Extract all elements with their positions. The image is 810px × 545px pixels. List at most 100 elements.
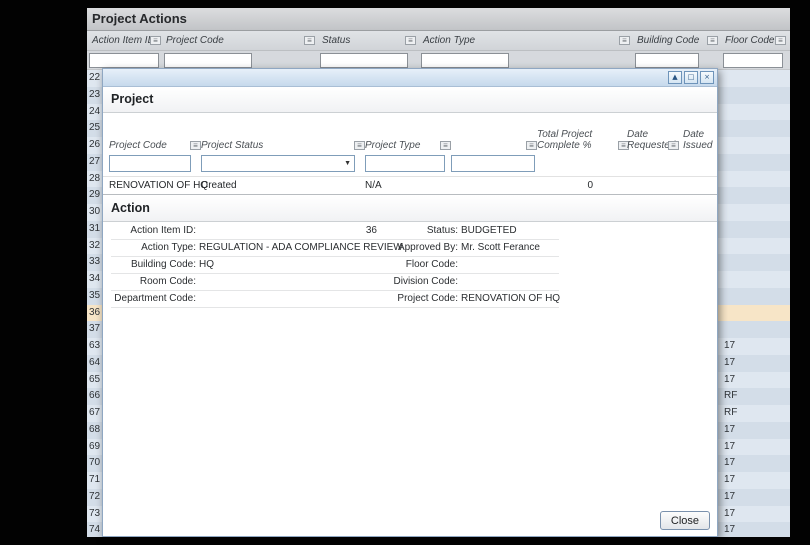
filter-menu-icon[interactable]: ≡ [150,36,161,45]
filter-input-action-type[interactable] [421,53,509,68]
filter-menu-icon[interactable]: ≡ [354,141,365,150]
field-label: Action Item ID: [130,225,196,236]
floor-code-cell: 17 [724,474,736,485]
field-value: RENOVATION OF HQ [461,293,561,304]
column-header-date-issued[interactable]: Date Issued [683,129,719,151]
column-header-action-type[interactable]: Action Type ≡ [420,31,632,51]
chevron-down-icon: ▼ [344,160,351,167]
field-label: Department Code: [114,293,196,304]
column-header-action-item-id[interactable]: Action Item ID ≡ [89,31,163,51]
column-label: Total Project Complete % [537,129,593,151]
column-label: Project Code [166,35,224,46]
field-value: BUDGETED [461,225,517,236]
project-status-value: Created [201,180,237,191]
filter-menu-icon[interactable]: ≡ [405,36,416,45]
page-title: Project Actions [87,8,790,31]
column-header-date-requested[interactable]: Date Requested ≡ [627,129,679,151]
action-item-id-cell: 25 [89,122,101,134]
field-label: Building Code: [130,259,196,270]
filter-menu-icon[interactable]: ≡ [619,36,630,45]
filter-menu-icon[interactable]: ≡ [526,141,537,150]
action-item-id-cell: 66 [89,390,101,402]
maximize-icon[interactable]: □ [684,71,698,84]
column-label: Action Type [423,35,476,46]
field-value [461,274,559,290]
close-icon[interactable]: × [700,71,714,84]
column-header-building-code[interactable]: Building Code ≡ [634,31,720,51]
filter-input-floor-code[interactable] [723,53,783,68]
floor-code-cell: RF [724,390,738,402]
project-code-value: RENOVATION OF HQ [109,180,209,191]
form-row: Building Code: HQ Floor Code: [111,257,559,274]
column-label: Status [322,35,351,46]
filter-menu-icon[interactable]: ≡ [190,141,201,150]
field-value: REGULATION - ADA COMPLIANCE REVIEW [199,242,403,253]
floor-code-cell: 17 [724,423,736,435]
filter-menu-icon[interactable]: ≡ [304,36,315,45]
field-label: Action Type: [141,242,196,253]
project-status-select[interactable]: ▼ [201,155,355,172]
form-row: Action Item ID: 36 Status: BUDGETED [111,223,559,240]
filter-menu-icon[interactable]: ≡ [440,141,451,150]
filter-input-project-code[interactable] [164,53,252,68]
form-row: Action Type: REGULATION - ADA COMPLIANCE… [111,240,559,257]
column-label: Action Item ID [92,35,155,46]
filter-input-blank[interactable] [451,155,535,172]
filter-input-building-code[interactable] [635,53,699,68]
form-row: Room Code: Division Code: [111,274,559,291]
project-filter-row: ▼ [103,153,717,175]
action-item-id-cell: 67 [89,407,101,418]
floor-code-cell: 17 [724,457,736,469]
column-header-project-type[interactable]: Project Type ≡ [365,140,451,151]
filter-input-project-type[interactable] [365,155,445,172]
field-value [199,274,377,290]
floor-code-cell: 17 [724,373,736,385]
action-item-id-cell: 31 [89,222,101,234]
floor-code-cell: 17 [724,524,736,536]
field-value [461,257,559,273]
project-type-value: N/A [365,180,382,191]
filter-menu-icon[interactable]: ≡ [775,36,786,45]
column-header-project-status[interactable]: Project Status ≡ [201,140,365,151]
dialog-titlebar[interactable]: ▲ □ × [103,69,717,87]
floor-code-cell: 17 [724,507,736,519]
column-header-total-project-complete[interactable]: Total Project Complete % ≡ [537,129,629,151]
project-section-header: Project [103,87,717,113]
collapse-icon[interactable]: ▲ [668,71,682,84]
field-value: 36 [365,225,377,236]
column-header-floor-code[interactable]: Floor Code ≡ [722,31,788,51]
filter-input-project-code[interactable] [109,155,191,172]
project-row[interactable]: RENOVATION OF HQ Created N/A 0 [103,176,717,195]
field-value: HQ [199,259,214,270]
field-label: Division Code: [393,276,458,287]
column-header-project-code[interactable]: Project Code ≡ [163,31,317,51]
close-button[interactable]: Close [659,511,710,530]
filter-input-status[interactable] [320,53,408,68]
filter-input-action-item-id[interactable] [89,53,159,68]
action-item-id-cell: 24 [89,105,101,117]
action-item-id-cell: 28 [89,172,101,184]
project-grid-header: Project Code ≡ Project Status ≡ Project … [103,113,717,153]
action-item-id-cell: 74 [89,524,101,536]
column-header-project-code[interactable]: Project Code ≡ [109,140,201,151]
action-item-id-cell: 65 [89,373,101,385]
field-label: Room Code: [139,276,196,287]
filter-menu-icon[interactable]: ≡ [707,36,718,45]
field-label: Project Code: [397,293,458,304]
action-form: Action Item ID: 36 Status: BUDGETED Acti… [111,223,561,308]
action-item-id-cell: 29 [89,189,101,201]
dialog: ▲ □ × Project Project Code ≡ Project Sta… [102,68,718,537]
filter-menu-icon[interactable]: ≡ [668,141,679,150]
column-label: Project Type [365,140,421,151]
column-header-status[interactable]: Status ≡ [319,31,418,51]
column-label: Floor Code [725,35,775,46]
action-item-id-cell: 64 [89,356,101,368]
floor-code-cell: 17 [724,356,736,368]
action-item-id-cell: 33 [89,256,101,268]
form-row: Department Code: Project Code: RENOVATIO… [111,291,561,308]
action-item-id-cell: 35 [89,289,101,301]
column-label: Date Issued [683,129,713,151]
action-section-header: Action [103,196,717,222]
table-header-row: Action Item ID ≡ Project Code ≡ Status ≡… [87,31,790,51]
column-label: Building Code [637,35,700,46]
